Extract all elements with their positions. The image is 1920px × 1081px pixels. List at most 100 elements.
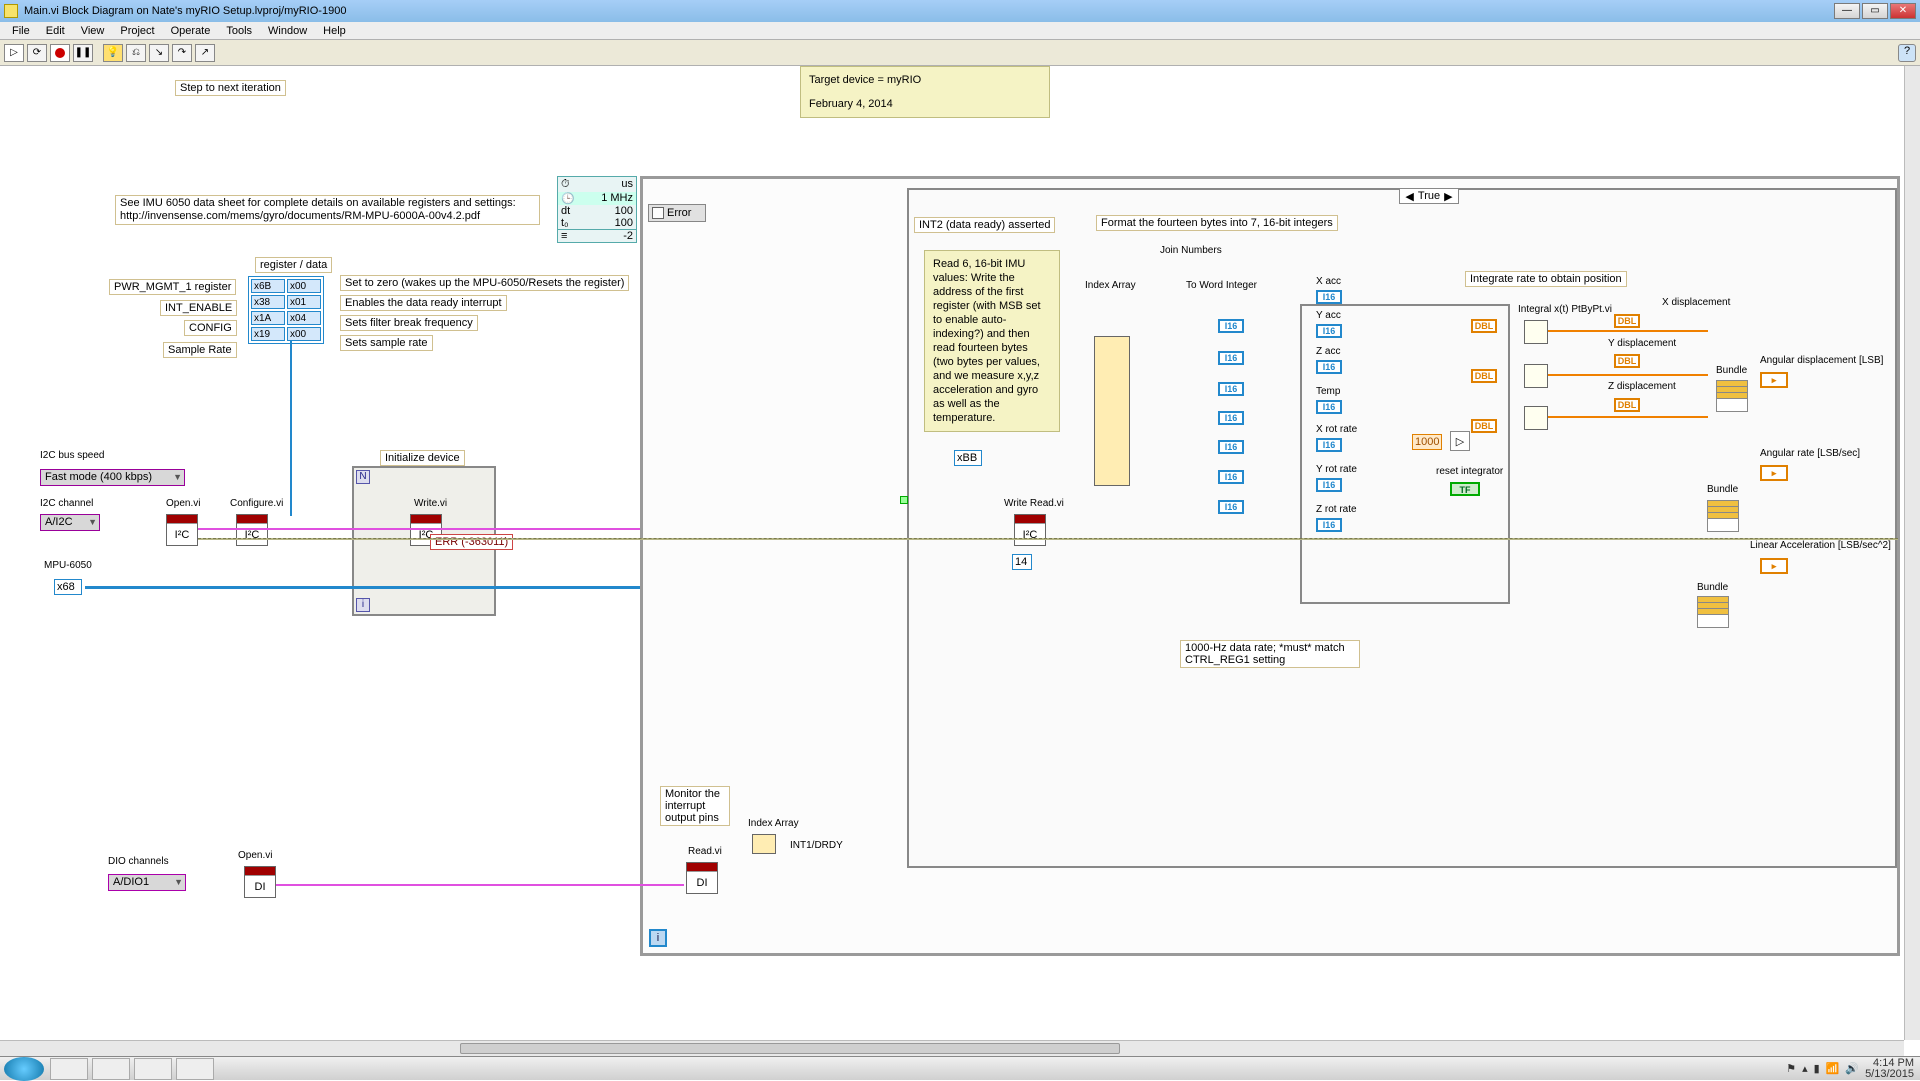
horizontal-scrollbar[interactable] [0,1040,1904,1056]
i16-6[interactable]: I16 [1218,500,1244,514]
pause-button[interactable]: ❚❚ [73,44,93,62]
minimize-button[interactable]: — [1834,3,1860,19]
highlight-exec-button[interactable]: 💡 [103,44,123,62]
mpu-const[interactable]: x68 [54,579,82,595]
run-button[interactable]: ▷ [4,44,24,62]
taskbar-chrome[interactable] [92,1058,130,1080]
tray-wifi-icon[interactable]: 📶 [1826,1062,1840,1075]
datasheet-note[interactable]: See IMU 6050 data sheet for complete det… [115,195,540,225]
integral-vi-1[interactable] [1524,364,1548,388]
menu-view[interactable]: View [73,23,113,39]
timed-loop-config[interactable]: ⏱us 🕒1 MHz dt100 t₀100 ≡-2 [557,176,637,243]
vertical-scrollbar[interactable] [1904,66,1920,1040]
taskbar-word[interactable] [176,1058,214,1080]
start-button[interactable] [4,1057,44,1081]
menu-edit[interactable]: Edit [38,23,73,39]
reciprocal-node[interactable]: ▷ [1450,431,1470,451]
maximize-button[interactable]: ▭ [1862,3,1888,19]
dio-ring[interactable]: A/DIO1 [108,874,186,891]
block-diagram-canvas[interactable]: Step to next iteration Target device = m… [0,66,1904,1040]
integral-vi-0[interactable] [1524,320,1548,344]
run-cont-button[interactable]: ⟳ [27,44,47,62]
tl-t[interactable]: 100 [615,217,633,229]
i16-3[interactable]: I16 [1218,411,1244,425]
target-note[interactable]: Target device = myRIO February 4, 2014 [800,66,1050,118]
tray-battery-icon[interactable]: ▮ [1814,1062,1820,1075]
abort-button[interactable] [50,44,70,62]
const-14[interactable]: 14 [1012,554,1032,570]
reg0[interactable]: x6B [251,279,285,293]
desc0: Set to zero (wakes up the MPU-6050/Reset… [340,275,629,291]
step-over-button[interactable]: ↷ [172,44,192,62]
read-imu-note[interactable]: Read 6, 16-bit IMU values: Write the add… [924,250,1060,432]
format-label: Format the fourteen bytes into 7, 16-bit… [1096,215,1338,231]
reg1[interactable]: x38 [251,295,285,309]
reg2[interactable]: x1A [251,311,285,325]
tl-dt[interactable]: 100 [615,205,633,217]
i16-0[interactable]: I16 [1218,319,1244,333]
bundle-3[interactable] [1697,596,1729,628]
system-tray[interactable]: ⚑ ▴ ▮ 📶 🔊 4:14 PM 5/13/2015 [1780,1058,1920,1080]
case-selector[interactable]: ◀True▶ [1399,188,1459,204]
const-bb[interactable]: xBB [954,450,982,466]
menu-window[interactable]: Window [260,23,315,39]
index-array-node[interactable] [1094,336,1130,486]
wr-lbl: Write Read.vi [1004,498,1064,509]
taskbar-explorer[interactable] [50,1058,88,1080]
tl-clk[interactable]: 1 MHz [601,192,633,205]
ydisp-term[interactable]: DBL [1614,354,1640,368]
hscroll-thumb[interactable] [460,1043,1120,1054]
wr-vi[interactable]: I²C [1014,514,1046,546]
reg3[interactable]: x19 [251,327,285,341]
index-array-2[interactable] [752,834,776,854]
open-dio-vi[interactable]: DI [244,866,276,898]
clock[interactable]: 4:14 PM 5/13/2015 [1865,1058,1914,1080]
close-button[interactable]: ✕ [1890,3,1916,19]
angdisp-term[interactable]: ▸ [1760,372,1788,388]
tray-sound-icon[interactable]: 🔊 [1845,1062,1859,1075]
reset-tf[interactable]: TF [1450,482,1480,496]
i16-1[interactable]: I16 [1218,351,1244,365]
read-vi[interactable]: DI [686,862,718,894]
retain-wire-button[interactable]: ⎌ [126,44,146,62]
tray-network-icon[interactable]: ▴ [1802,1062,1808,1075]
zdisp-term[interactable]: DBL [1614,398,1640,412]
open-lbl: Open.vi [166,498,200,509]
i16-5[interactable]: I16 [1218,470,1244,484]
menu-tools[interactable]: Tools [218,23,260,39]
mpu-lbl: MPU-6050 [44,560,92,571]
angrate-term[interactable]: ▸ [1760,465,1788,481]
menu-file[interactable]: File [4,23,38,39]
menu-project[interactable]: Project [112,23,162,39]
i2c-speed-ring[interactable]: Fast mode (400 kbps) [40,469,185,486]
register-table[interactable]: x6Bx00 x38x01 x1Ax04 x19x00 [248,276,324,344]
rate-1000[interactable]: 1000 [1412,434,1442,450]
i16-2[interactable]: I16 [1218,382,1244,396]
linacc-term[interactable]: ▸ [1760,558,1788,574]
tray-flag-icon[interactable]: ⚑ [1786,1062,1796,1075]
menu-operate[interactable]: Operate [163,23,219,39]
integrate-seq[interactable] [1300,304,1510,604]
val2[interactable]: x04 [287,311,321,325]
taskbar-labview[interactable] [134,1058,172,1080]
menu-help[interactable]: Help [315,23,354,39]
config-vi[interactable]: I²C [236,514,268,546]
integral-vi-2[interactable] [1524,406,1548,430]
dbl-0[interactable]: DBL [1471,319,1497,333]
dbl-1[interactable]: DBL [1471,369,1497,383]
dbl-2[interactable]: DBL [1471,419,1497,433]
bundle-2[interactable] [1707,500,1739,532]
val3[interactable]: x00 [287,327,321,341]
val0[interactable]: x00 [287,279,321,293]
xacc-term[interactable]: I16 [1316,290,1342,304]
open-vi[interactable]: I²C [166,514,198,546]
xdisp-term[interactable]: DBL [1614,314,1640,328]
bundle-1[interactable] [1716,380,1748,412]
i16-4[interactable]: I16 [1218,440,1244,454]
step-out-button[interactable]: ↗ [195,44,215,62]
step-into-button[interactable]: ↘ [149,44,169,62]
tl-n[interactable]: -2 [623,230,633,242]
context-help-button[interactable]: ? [1898,44,1916,62]
i2c-chan-ring[interactable]: A/I2C [40,514,100,531]
val1[interactable]: x01 [287,295,321,309]
